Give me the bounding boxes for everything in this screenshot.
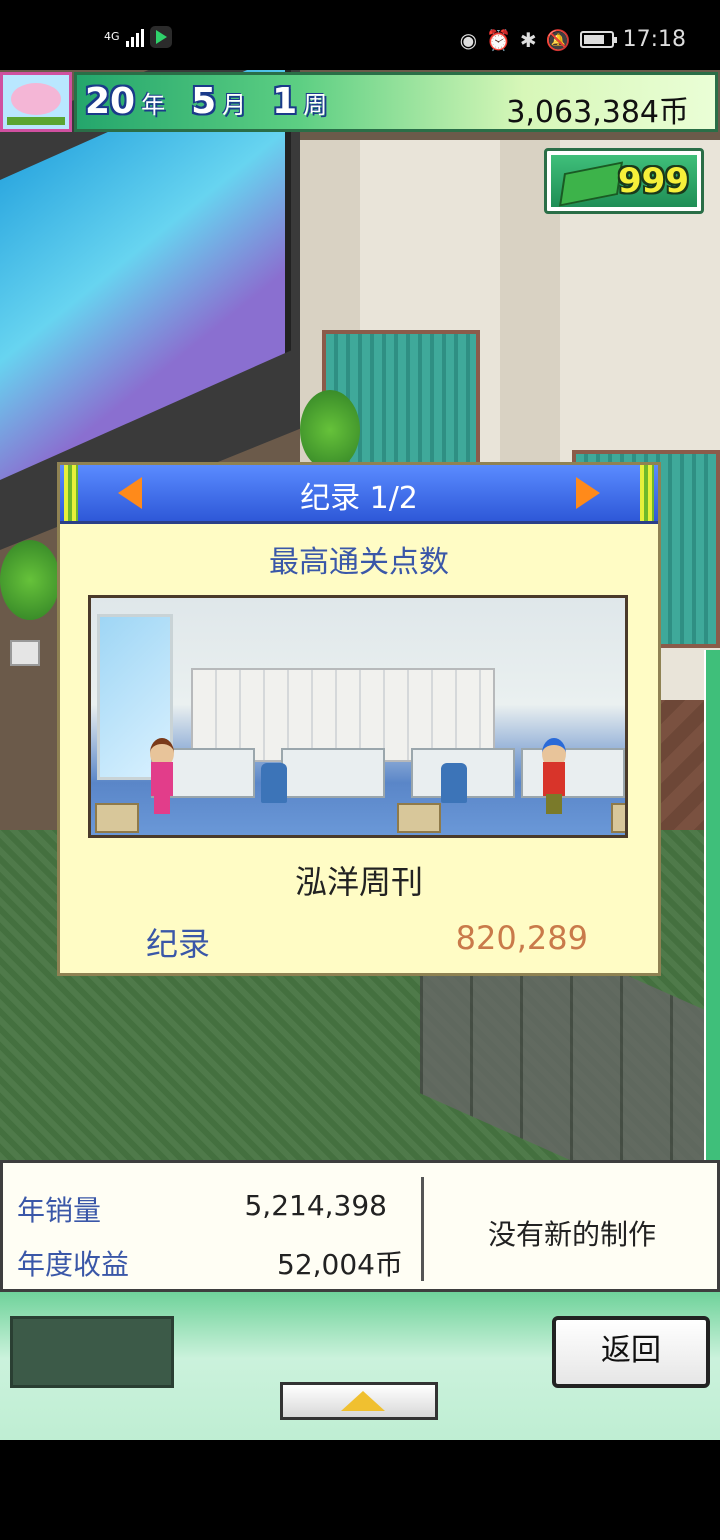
eye-icon: ◉ xyxy=(459,27,478,52)
game-date: 20 年 5 月 1 周 xyxy=(85,81,353,122)
office-desk xyxy=(281,748,385,798)
navigation-area xyxy=(0,1440,720,1540)
annual-sales-label: 年销量 xyxy=(17,1194,102,1227)
back-button[interactable]: 返回 xyxy=(552,1316,710,1388)
magazine-name: 泓洋周刊 xyxy=(294,863,423,901)
record-value: 820,289 xyxy=(455,919,588,957)
cardboard-box xyxy=(397,803,441,833)
month-number: 5 xyxy=(191,81,217,122)
boy-body xyxy=(543,762,565,796)
cheering-boy xyxy=(539,738,569,814)
network-type: 4G xyxy=(104,30,120,43)
cardboard-box xyxy=(611,803,625,833)
video-app-icon xyxy=(149,26,172,48)
top-hud: 20 年 5 月 1 周 3,063,384币 xyxy=(0,70,720,135)
record-dialog-header: 纪录 1/2 xyxy=(60,465,658,524)
annual-sales-value: 5,214,398 xyxy=(244,1189,387,1222)
bluetooth-icon: ✱ xyxy=(519,27,537,52)
cheering-girl xyxy=(147,738,177,814)
side-scroll-bar[interactable] xyxy=(704,650,720,1160)
menu-slot-button[interactable] xyxy=(10,1316,174,1388)
record-dialog: 纪录 1/2 最高通关点数 泓洋周刊 纪录 820,289 xyxy=(57,462,661,976)
year-unit: 年 xyxy=(141,91,166,119)
office-chair xyxy=(441,763,467,803)
clock: 17:18 xyxy=(622,27,686,52)
alarm-icon: ⏰ xyxy=(486,27,511,52)
expand-up-arrow-icon[interactable] xyxy=(280,1382,438,1420)
girl-legs xyxy=(154,794,170,814)
year-number: 20 xyxy=(85,81,136,122)
office-illustration xyxy=(88,595,628,838)
ticket-counter[interactable]: 999 xyxy=(544,148,704,214)
sales-stats-panel: 年销量 5,214,398 年度收益 52,004币 没有新的制作 xyxy=(0,1160,720,1292)
record-category: 最高通关点数 xyxy=(269,545,449,580)
status-bar: 4G ◉ ⏰ ✱ 🔕 17:18 xyxy=(0,0,720,70)
spring-season-icon xyxy=(0,72,72,132)
boy-legs xyxy=(546,794,562,814)
money-display: 3,063,384币 xyxy=(506,95,689,130)
ticket-counter-bg: 999 xyxy=(551,155,697,207)
battery-icon xyxy=(579,31,617,48)
annual-revenue-label: 年度收益 xyxy=(17,1248,130,1281)
status-left: 4G xyxy=(104,26,172,48)
month-unit: 月 xyxy=(222,91,247,119)
signal-icon xyxy=(125,27,144,47)
week-unit: 周 xyxy=(303,91,328,119)
girl-body xyxy=(151,762,173,796)
week-number: 1 xyxy=(272,81,298,122)
record-label: 纪录 xyxy=(146,925,211,963)
status-right: ◉ ⏰ ✱ 🔕 17:18 xyxy=(460,27,686,52)
office-desk xyxy=(521,748,625,798)
plant-pot xyxy=(10,640,40,666)
cardboard-box xyxy=(95,803,139,833)
production-status: 没有新的制作 xyxy=(487,1218,656,1251)
mute-icon: 🔕 xyxy=(545,27,571,52)
annual-revenue-value: 52,004币 xyxy=(277,1248,403,1281)
battery-level xyxy=(583,35,605,44)
potted-plant xyxy=(0,540,60,620)
ticket-book-icon xyxy=(558,161,624,207)
next-record-arrow-icon[interactable] xyxy=(566,473,606,513)
office-chair xyxy=(261,763,287,803)
potted-plant xyxy=(300,390,360,470)
ticket-count: 999 xyxy=(618,161,689,201)
bottom-bar: 返回 xyxy=(0,1292,720,1440)
date-bar: 20 年 5 月 1 周 3,063,384币 xyxy=(74,72,718,132)
stats-divider xyxy=(421,1177,424,1281)
